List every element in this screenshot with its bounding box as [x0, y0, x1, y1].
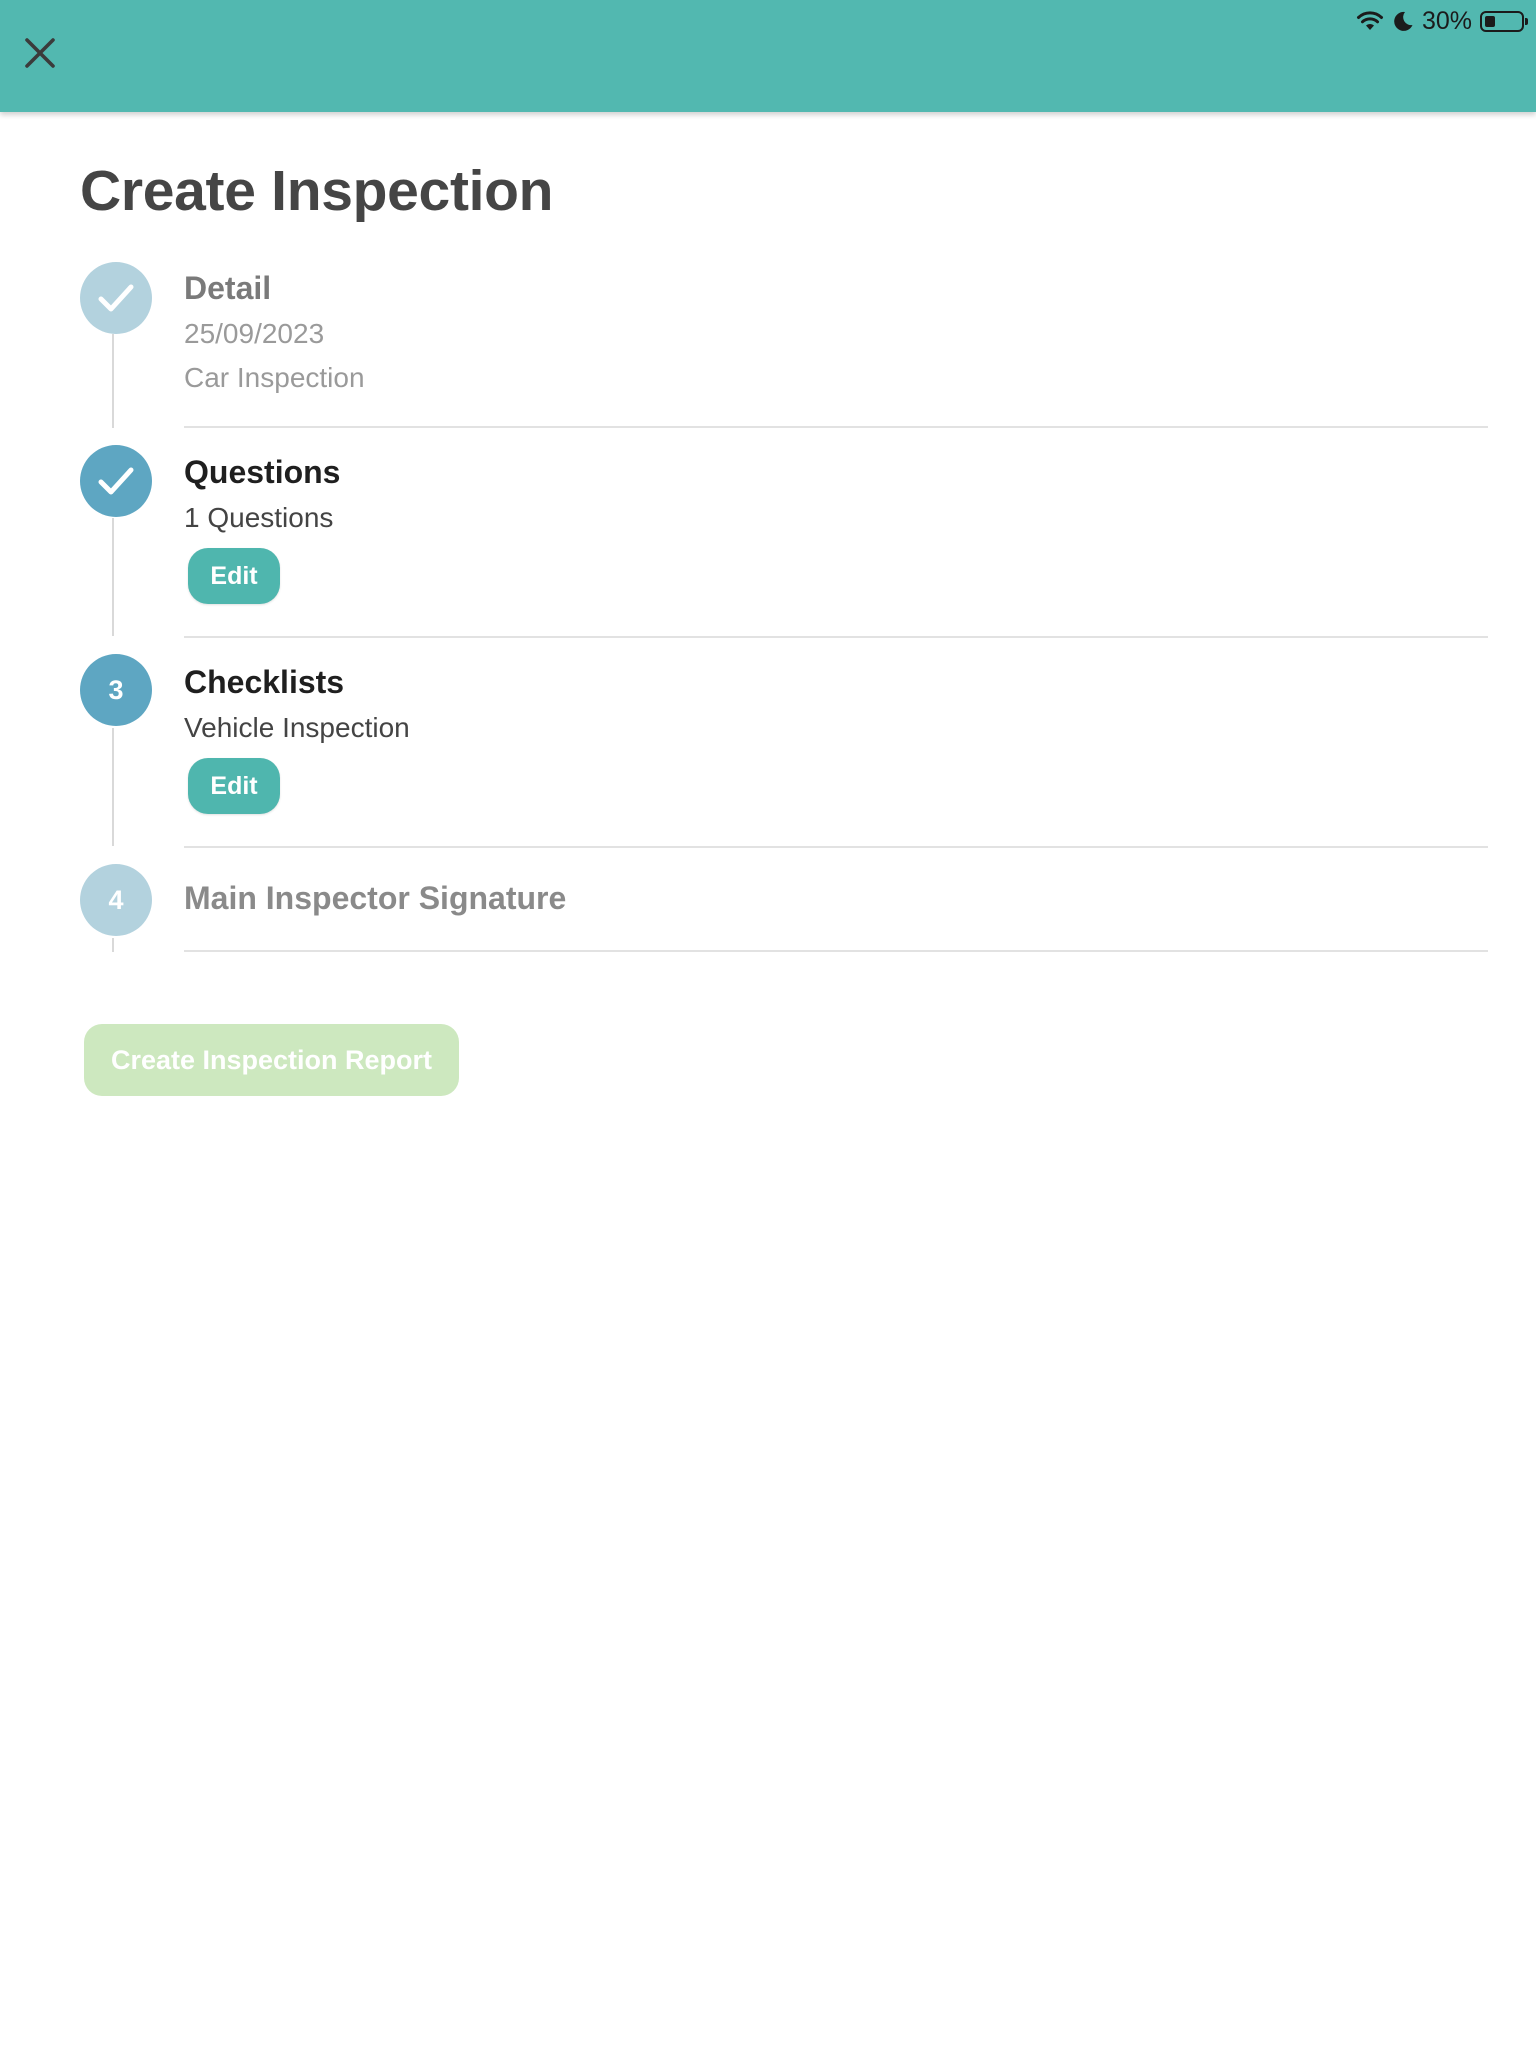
battery-percentage: 30%: [1421, 6, 1472, 35]
close-button[interactable]: [14, 27, 66, 79]
step-divider: [184, 846, 1488, 848]
step-4-title: Main Inspector Signature: [184, 880, 567, 916]
questions-count: 1 Questions: [184, 502, 334, 533]
detail-date: 25/09/2023: [184, 318, 325, 349]
step-3-title: Checklists: [184, 664, 345, 700]
create-inspection-report-button[interactable]: Create Inspection Report: [84, 1024, 459, 1096]
step-divider: [184, 950, 1488, 952]
step-divider: [184, 636, 1488, 638]
step-4-indicator: 4: [80, 864, 152, 936]
step-3-indicator: 3: [80, 654, 152, 726]
battery-icon: [1480, 10, 1528, 32]
step-divider: [184, 426, 1488, 428]
checklist-name: Vehicle Inspection: [184, 712, 410, 743]
status-bar: 30%: [1356, 6, 1528, 36]
step-connector: [112, 938, 114, 952]
moon-icon: [1394, 11, 1413, 31]
edit-questions-button[interactable]: Edit: [188, 548, 280, 604]
check-icon: [98, 284, 134, 312]
step-3-number: 3: [108, 674, 124, 705]
app-bar: 30%: [0, 0, 1536, 112]
step-1-indicator: [80, 262, 152, 334]
battery-level: [1485, 15, 1495, 27]
wifi-icon: [1356, 11, 1383, 30]
edit-checklists-button[interactable]: Edit: [188, 758, 280, 814]
step-connector: [112, 728, 114, 846]
step-2-indicator: [80, 445, 152, 517]
check-icon: [98, 467, 134, 495]
step-4-number: 4: [108, 884, 124, 915]
step-connector: [112, 334, 114, 428]
detail-type: Car Inspection: [184, 362, 365, 393]
step-connector: [112, 518, 114, 636]
page-title: Create Inspection: [80, 159, 554, 223]
step-1-title: Detail: [184, 270, 272, 306]
step-2-title: Questions: [184, 454, 341, 490]
close-icon: [25, 38, 55, 68]
